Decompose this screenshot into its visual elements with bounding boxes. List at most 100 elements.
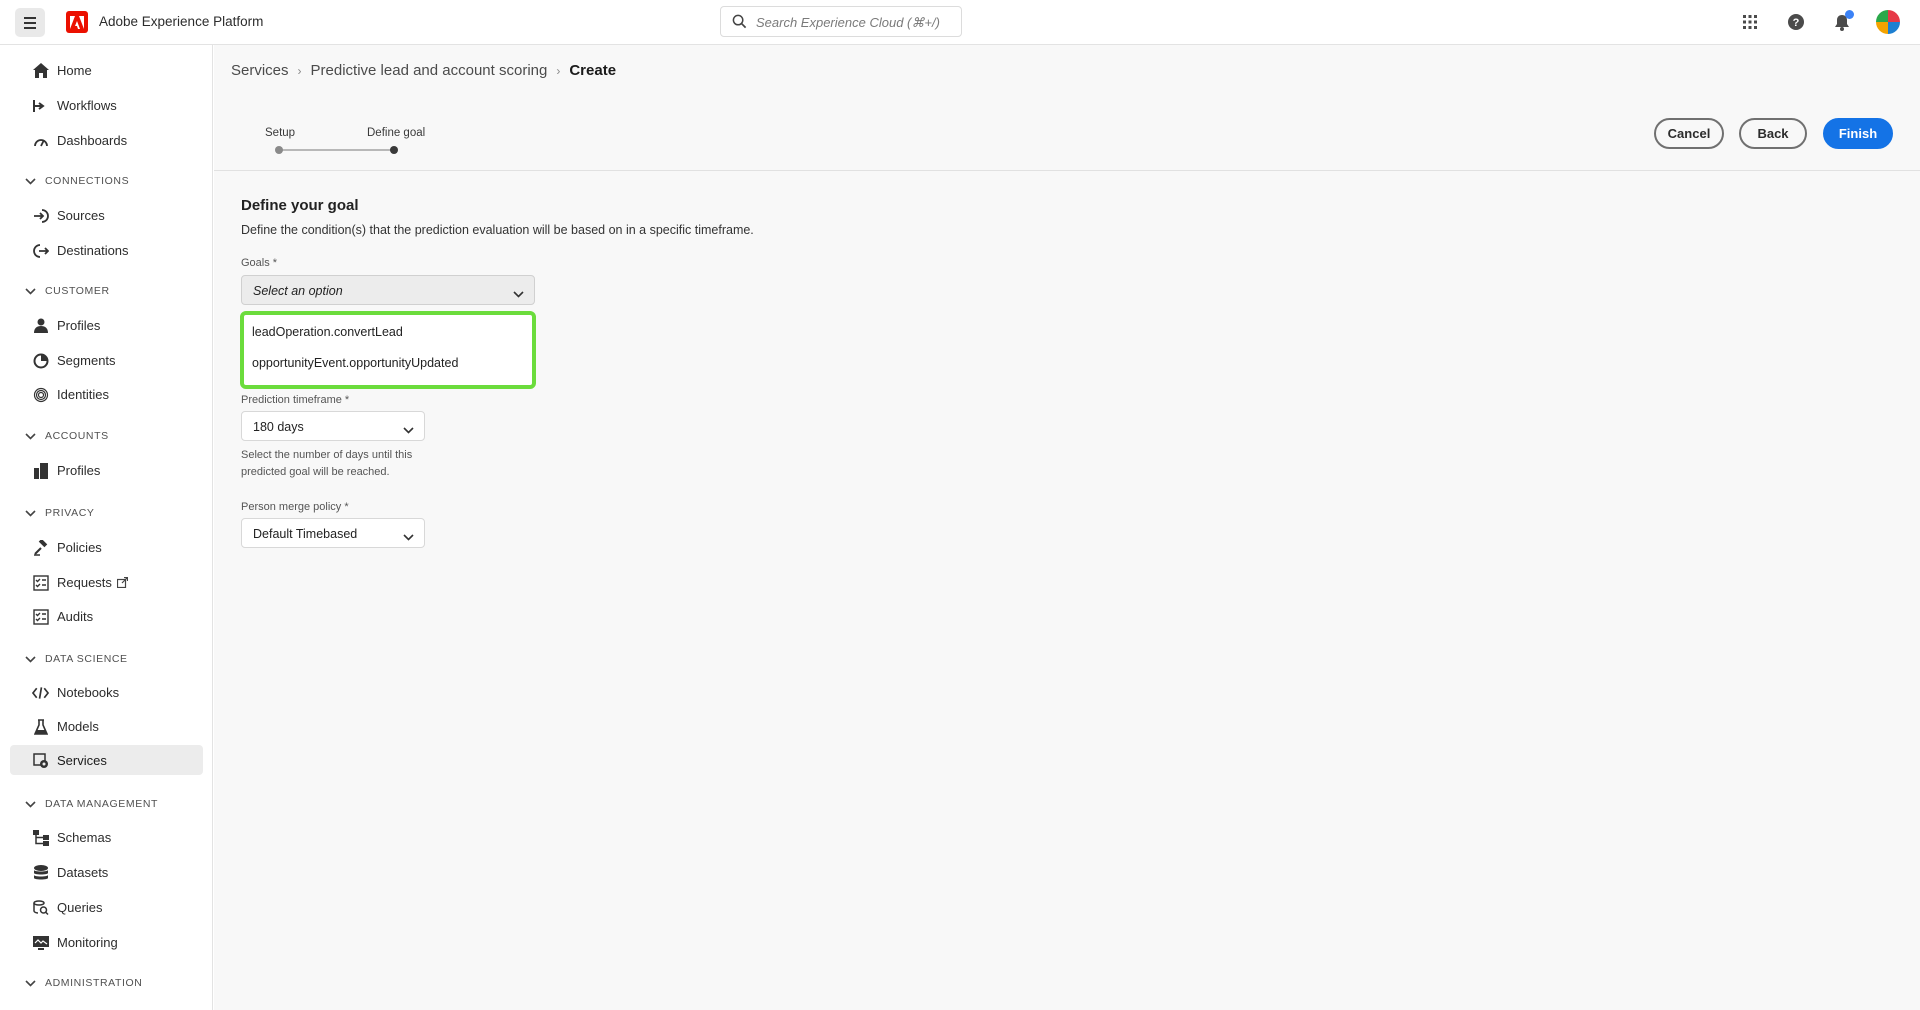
nav-destinations-label: Destinations xyxy=(57,243,129,258)
breadcrumb-predictive-scoring[interactable]: Predictive lead and account scoring xyxy=(311,62,548,79)
nav-audits[interactable]: Audits xyxy=(10,601,203,631)
step-setup-marker[interactable] xyxy=(275,146,283,154)
chevron-down-icon xyxy=(25,977,37,989)
hamburger-icon xyxy=(24,15,36,30)
chevron-down-icon xyxy=(25,430,37,442)
nav-account-profiles[interactable]: Profiles xyxy=(10,455,203,485)
nav-segments[interactable]: Segments xyxy=(10,345,203,375)
svg-text:?: ? xyxy=(1793,17,1800,29)
merge-policy-value: Default Timebased xyxy=(253,527,358,541)
nav-segments-label: Segments xyxy=(57,353,116,368)
goals-dropdown[interactable]: Select an option xyxy=(241,275,535,305)
nav-sources[interactable]: Sources xyxy=(10,200,203,230)
nav-identities-label: Identities xyxy=(57,387,110,402)
search-icon xyxy=(732,14,747,34)
nav-schemas[interactable]: Schemas xyxy=(10,822,203,852)
nav-sources-label: Sources xyxy=(57,208,105,223)
home-icon xyxy=(32,62,49,79)
nav-identities[interactable]: Identities xyxy=(10,379,203,409)
app-title[interactable]: Adobe Experience Platform xyxy=(99,14,263,29)
goals-placeholder: Select an option xyxy=(253,284,343,298)
section-privacy[interactable]: PRIVACY xyxy=(25,505,95,521)
top-bar: Adobe Experience Platform Search Experie… xyxy=(0,0,1920,45)
nav-models[interactable]: Models xyxy=(10,711,203,741)
dashboard-icon xyxy=(32,132,49,149)
section-label: CONNECTIONS xyxy=(45,175,130,187)
gavel-icon xyxy=(32,539,49,556)
chevron-down-icon xyxy=(25,285,37,297)
database-icon xyxy=(32,864,49,881)
timeframe-help-text: Select the number of days until this pre… xyxy=(241,449,413,478)
nav-monitoring[interactable]: Monitoring xyxy=(10,927,203,957)
nav-audits-label: Audits xyxy=(57,609,94,624)
cancel-button[interactable]: Cancel xyxy=(1654,118,1724,149)
nav-dashboards[interactable]: Dashboards xyxy=(10,125,203,155)
chevron-down-icon xyxy=(403,528,414,546)
breadcrumb-services[interactable]: Services xyxy=(231,62,289,79)
section-connections[interactable]: CONNECTIONS xyxy=(25,173,129,189)
apps-grid-icon[interactable] xyxy=(1740,12,1760,32)
external-link-icon xyxy=(116,575,129,593)
nav-requests[interactable]: Requests xyxy=(10,567,203,597)
nav-requests-label: Requests xyxy=(57,575,112,590)
person-icon xyxy=(32,317,49,334)
nav-workflows-label: Workflows xyxy=(57,98,117,113)
form-title: Define your goal xyxy=(241,197,359,214)
nav-home[interactable]: Home xyxy=(10,55,203,85)
page-header: Services › Predictive lead and account s… xyxy=(214,45,1920,171)
form-description: Define the condition(s) that the predict… xyxy=(241,223,754,237)
nav-customer-profiles-label: Profiles xyxy=(57,318,101,333)
nav-services[interactable]: Services xyxy=(10,745,203,775)
sources-icon xyxy=(32,207,49,224)
section-label: ADMINISTRATION xyxy=(45,977,143,989)
section-data-management[interactable]: DATA MANAGEMENT xyxy=(25,796,158,812)
step-define-goal-marker[interactable] xyxy=(390,146,398,154)
user-avatar[interactable] xyxy=(1876,10,1900,34)
section-data-science[interactable]: DATA SCIENCE xyxy=(25,651,128,667)
checklist-icon xyxy=(32,608,49,625)
goals-label: Goals * xyxy=(241,257,278,269)
merge-policy-label: Person merge policy * xyxy=(241,501,349,513)
nav-datasets-label: Datasets xyxy=(57,865,109,880)
nav-datasets[interactable]: Datasets xyxy=(10,857,203,887)
nav-monitoring-label: Monitoring xyxy=(57,935,118,950)
step-setup-label: Setup xyxy=(265,127,296,139)
nav-queries-label: Queries xyxy=(57,900,103,915)
nav-notebooks[interactable]: Notebooks xyxy=(10,677,203,707)
nav-account-profiles-label: Profiles xyxy=(57,463,101,478)
timeframe-value: 180 days xyxy=(253,420,304,434)
nav-customer-profiles[interactable]: Profiles xyxy=(10,310,203,340)
timeframe-dropdown[interactable]: 180 days xyxy=(241,411,425,441)
nav-policies[interactable]: Policies xyxy=(10,532,203,562)
nav-workflows[interactable]: Workflows xyxy=(10,90,203,120)
section-label: ACCOUNTS xyxy=(45,430,109,442)
section-label: CUSTOMER xyxy=(45,285,110,297)
checklist-icon xyxy=(32,574,49,591)
section-label: PRIVACY xyxy=(45,507,95,519)
finish-button[interactable]: Finish xyxy=(1823,118,1893,149)
query-search-icon xyxy=(32,899,49,916)
merge-policy-dropdown[interactable]: Default Timebased xyxy=(241,518,425,548)
nav-home-label: Home xyxy=(57,63,92,78)
breadcrumb-current: Create xyxy=(569,62,617,79)
chevron-right-icon: › xyxy=(297,63,302,78)
section-administration[interactable]: ADMINISTRATION xyxy=(25,975,142,991)
schema-icon xyxy=(32,829,49,846)
search-input[interactable]: Search Experience Cloud (⌘+/) xyxy=(720,6,962,37)
section-customer[interactable]: CUSTOMER xyxy=(25,283,110,299)
section-accounts[interactable]: ACCOUNTS xyxy=(25,428,109,444)
section-label: DATA MANAGEMENT xyxy=(45,798,159,810)
nav-queries[interactable]: Queries xyxy=(10,892,203,922)
fingerprint-icon xyxy=(32,386,49,403)
nav-destinations[interactable]: Destinations xyxy=(10,235,203,265)
chevron-down-icon xyxy=(25,175,37,187)
nav-models-label: Models xyxy=(57,719,99,734)
adobe-logo[interactable] xyxy=(66,11,88,33)
help-icon[interactable]: ? xyxy=(1786,12,1806,32)
nav-schemas-label: Schemas xyxy=(57,830,112,845)
menu-toggle-button[interactable] xyxy=(15,8,45,37)
search-placeholder: Search Experience Cloud (⌘+/) xyxy=(756,15,940,30)
stepper-track xyxy=(279,149,394,151)
back-button[interactable]: Back xyxy=(1739,118,1807,149)
chevron-down-icon xyxy=(403,421,414,439)
